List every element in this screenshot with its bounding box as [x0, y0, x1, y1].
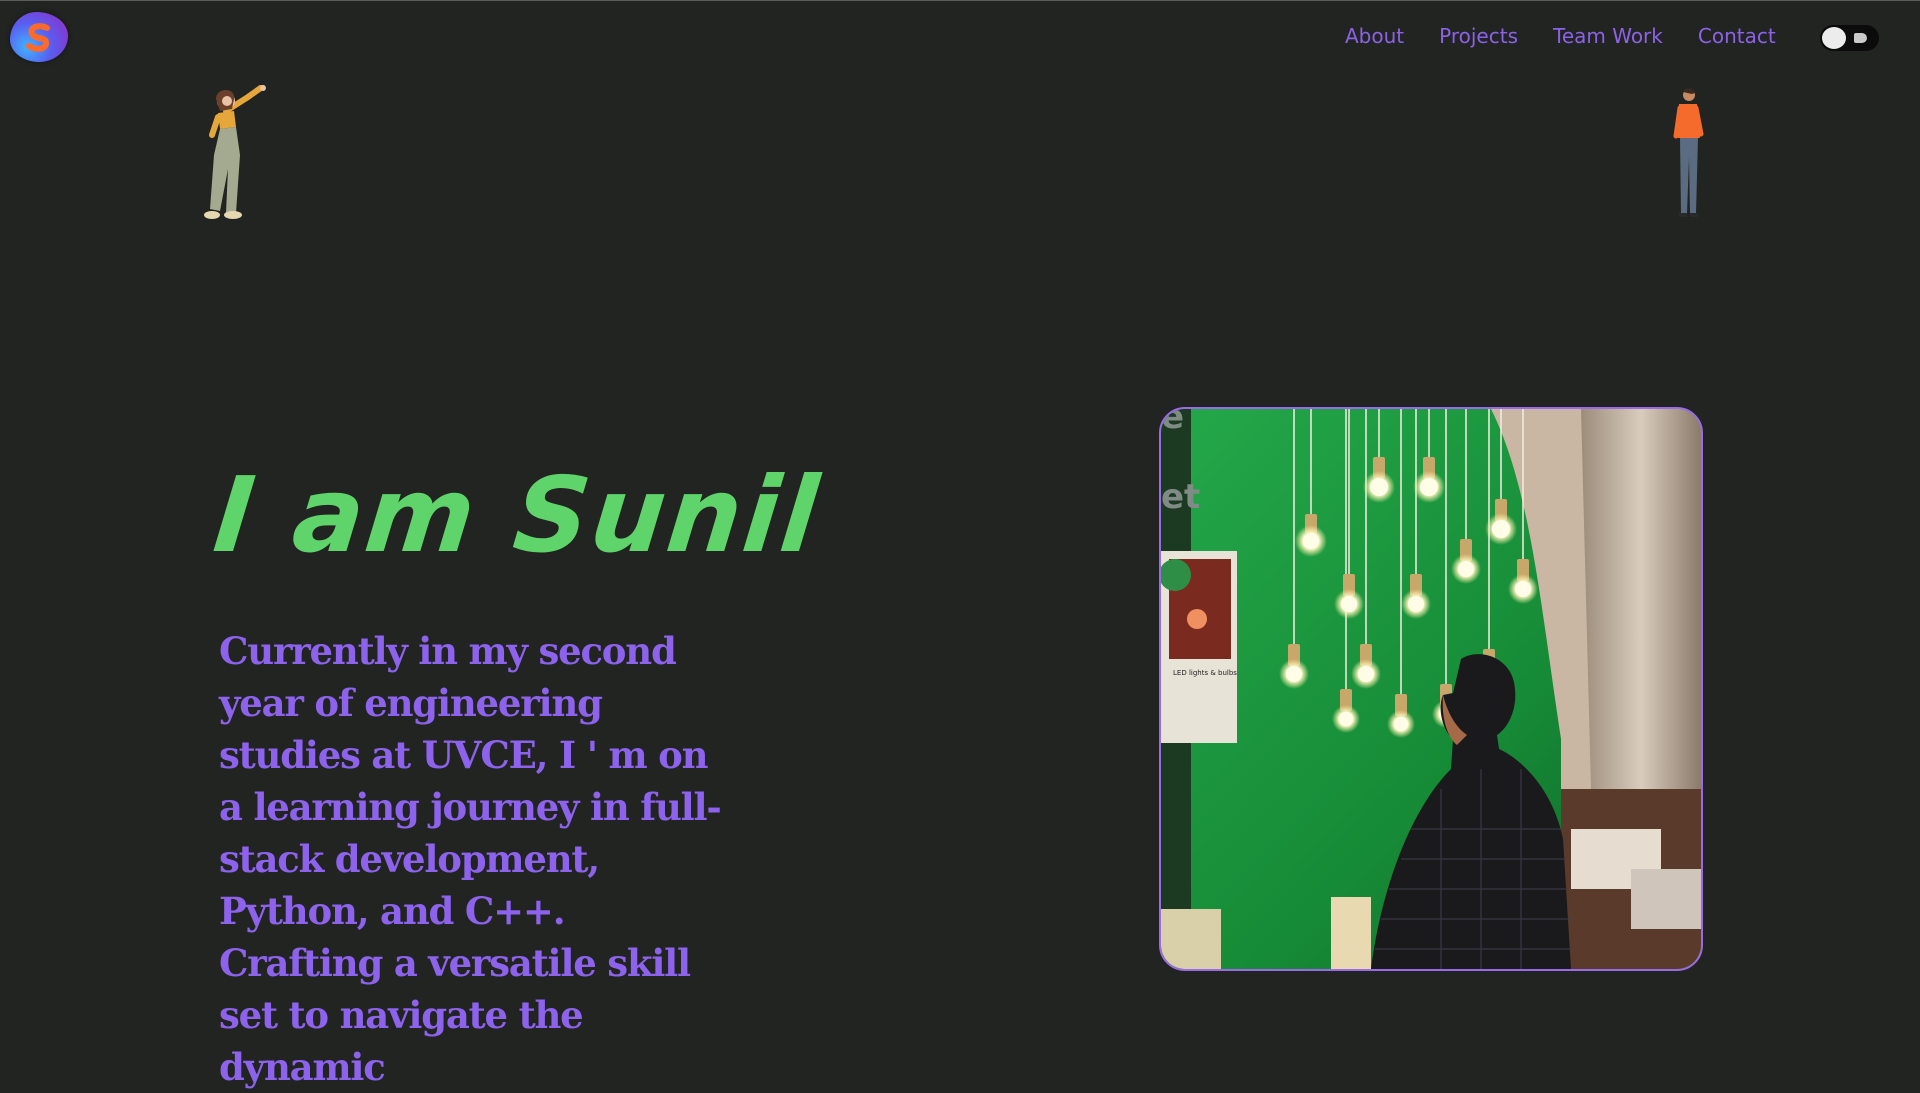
site-logo[interactable]: [10, 12, 68, 62]
nav-projects[interactable]: Projects: [1439, 24, 1518, 48]
profile-photo: LED lights & bulbs e et: [1159, 407, 1703, 971]
nav-about[interactable]: About: [1345, 24, 1404, 48]
top-border: [0, 0, 1920, 1]
hero-description: Currently in my second year of engineeri…: [219, 629, 722, 1089]
theme-toggle[interactable]: [1820, 25, 1879, 51]
photo-scene: LED lights & bulbs: [1161, 409, 1701, 969]
main-nav: About Projects Team Work Contact: [1345, 24, 1811, 48]
hero-title: I am Sunil: [208, 453, 826, 576]
overlay-text-fragment-2: et: [1161, 477, 1201, 517]
nav-team-work[interactable]: Team Work: [1553, 24, 1663, 48]
man-standing-illustration: [1673, 88, 1704, 217]
nav-contact[interactable]: Contact: [1698, 24, 1776, 48]
logo-s-icon: [26, 23, 50, 52]
toggle-knob: [1822, 27, 1846, 49]
poster-text: LED lights & bulbs: [1173, 669, 1237, 677]
overlay-text-fragment-1: e: [1161, 407, 1185, 437]
light-bulb-icon: [1854, 33, 1867, 43]
woman-pointing-illustration: [204, 85, 266, 219]
